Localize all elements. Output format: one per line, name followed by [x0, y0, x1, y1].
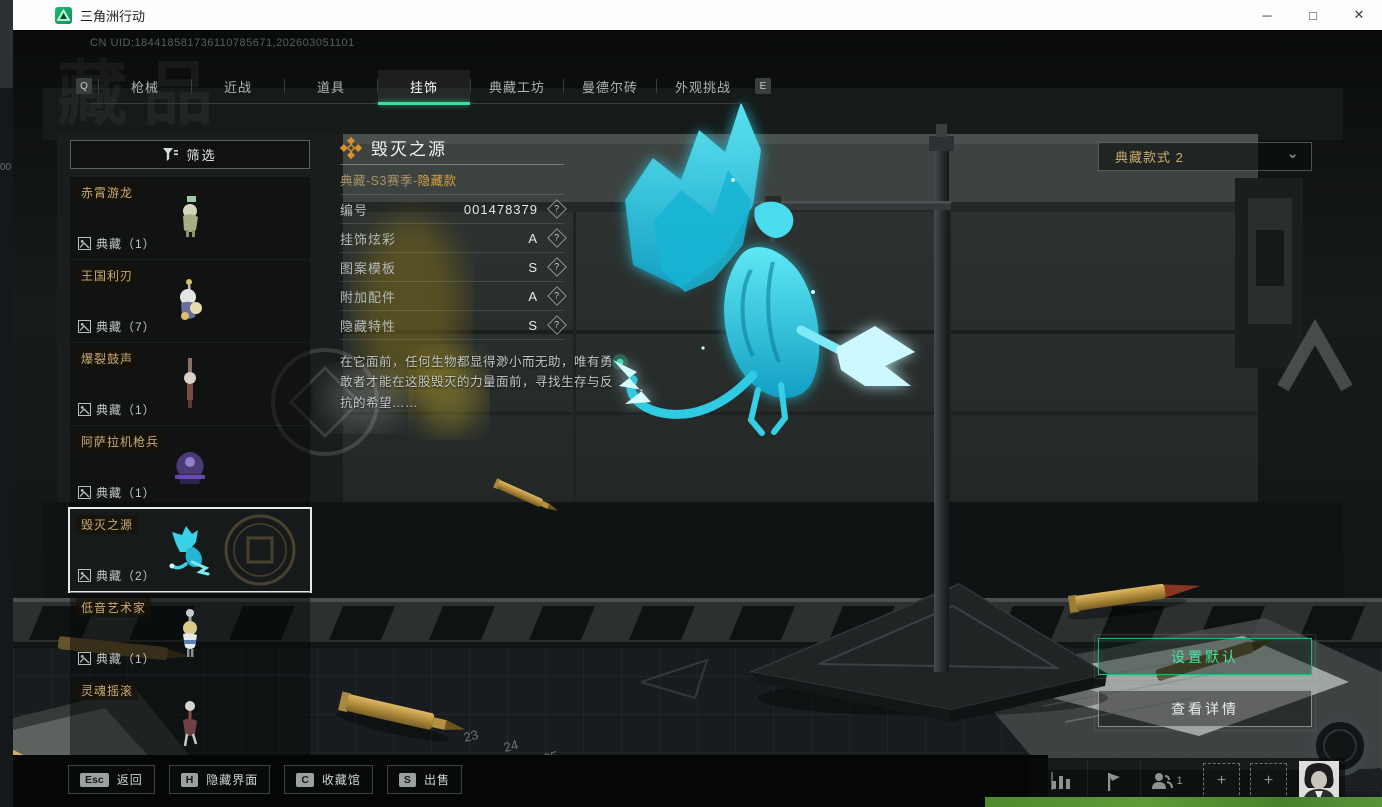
- sell-button[interactable]: S 出售: [386, 765, 462, 794]
- list-item-soul-rock[interactable]: 灵魂摇滚: [70, 675, 310, 757]
- help-icon[interactable]: ?: [547, 315, 567, 335]
- maximize-button[interactable]: □: [1290, 0, 1336, 30]
- filter-button[interactable]: 筛选: [70, 140, 310, 169]
- help-icon[interactable]: ?: [547, 199, 567, 219]
- charm-thumbnail: [183, 196, 198, 237]
- detail-row-charm-colorway: 挂饰炫彩 A ?: [340, 224, 567, 253]
- empty-slot-add-button[interactable]: +: [1250, 762, 1287, 800]
- collection-hall-button[interactable]: C 收藏馆: [284, 765, 373, 794]
- tab-next-key[interactable]: E: [755, 78, 771, 94]
- collection-count: 典藏（1）: [96, 403, 156, 417]
- tab-prev-key[interactable]: Q: [76, 78, 92, 94]
- charm-edition: 典藏-S3赛季- 隐藏款: [340, 165, 564, 195]
- s-key-chip: S: [398, 772, 416, 787]
- filter-icon: [163, 147, 179, 161]
- list-item-bass-artist[interactable]: 低音艺术家 典藏（1）: [70, 592, 310, 674]
- charm-thumbnail: [184, 358, 196, 408]
- charm-title: 毁灭之源: [371, 140, 447, 159]
- hide-ui-button[interactable]: H 隐藏界面: [168, 765, 271, 794]
- help-icon[interactable]: ?: [547, 257, 567, 277]
- app-logo-icon: [55, 6, 72, 24]
- view-details-button[interactable]: 查看详情: [1094, 686, 1316, 731]
- charm-sidebar: 筛选 赤霄游龙 典藏（1） 王国利刃 典藏（7） 爆裂鼓声 典藏（1） 阿萨拉机…: [68, 140, 312, 758]
- stats-button[interactable]: [1034, 761, 1087, 801]
- collection-count: 典藏（1）: [96, 486, 156, 500]
- avatar-portrait: [1299, 761, 1339, 801]
- category-tabbar: Q 枪械 近战 道具 挂饰 典藏工坊 曼德尔砖 外观挑战 E: [70, 68, 777, 105]
- filter-label: 筛选: [186, 148, 217, 163]
- tab-mandel-brick[interactable]: 曼德尔砖: [564, 70, 656, 102]
- tab-props[interactable]: 道具: [285, 70, 377, 102]
- desktop-edge-strip: 00: [0, 0, 13, 807]
- help-icon[interactable]: ?: [547, 228, 567, 248]
- collection-chip-icon: [78, 569, 91, 582]
- list-item-chixiao-dragon[interactable]: 赤霄游龙 典藏（1）: [70, 177, 310, 259]
- friends-count: 1: [1176, 775, 1183, 787]
- collection-count: 典藏（2）: [96, 569, 156, 583]
- collection-chip-icon: [78, 237, 91, 250]
- charm-thumbnail: [183, 609, 197, 657]
- charm-description: 在它面前，任何生物都显得渺小而无助，唯有勇敢者才能在这股毁灭的力量面前，寻找生存…: [340, 355, 614, 410]
- detail-row-serial: 编号 001478379 ?: [340, 195, 567, 224]
- list-item-source-of-destruction[interactable]: 毁灭之源 典藏（2）: [68, 507, 312, 593]
- charm-list: 赤霄游龙 典藏（1） 王国利刃 典藏（7） 爆裂鼓声 典藏（1） 阿萨拉机枪兵 …: [68, 177, 312, 757]
- collection-chip-icon: [78, 320, 91, 333]
- style-dropdown-value: 典藏款式 2: [1115, 150, 1184, 165]
- bar-chart-icon: [1050, 772, 1070, 790]
- shortcut-hints: Esc 返回 H 隐藏界面 C 收藏馆 S 出售: [68, 765, 462, 794]
- collection-count: 典藏（1）: [96, 237, 156, 251]
- collection-emblem-watermark: [224, 514, 296, 586]
- charm-thumbnail: [180, 279, 202, 320]
- flag-icon: [1108, 772, 1120, 791]
- collection-chip-icon: [78, 403, 91, 416]
- collection-chip-icon: [78, 652, 91, 665]
- list-item-kingdom-blade[interactable]: 王国利刃 典藏（7）: [70, 260, 310, 342]
- friends-button[interactable]: 1: [1140, 761, 1193, 801]
- window-title: 三角洲行动: [80, 8, 146, 24]
- detail-row-extra-accessory: 附加配件 A ?: [340, 282, 567, 311]
- style-dropdown[interactable]: 典藏款式 2 ⌄: [1098, 142, 1312, 171]
- charm-thumbnail: [175, 452, 205, 484]
- desktop-edge-photo: [0, 0, 13, 88]
- minimize-button[interactable]: ─: [1244, 0, 1290, 30]
- report-button[interactable]: [1087, 761, 1140, 801]
- desktop-wallpaper-strip: [985, 797, 1382, 807]
- close-button[interactable]: ✕: [1336, 0, 1382, 30]
- h-key-chip: H: [180, 772, 199, 787]
- charm-thumbnail: [169, 526, 210, 576]
- tab-weapons[interactable]: 枪械: [99, 70, 191, 102]
- esc-key-chip: Esc: [80, 772, 109, 787]
- tab-appearance-challenge[interactable]: 外观挑战: [657, 70, 749, 102]
- charm-rarity-icon: [340, 136, 362, 159]
- detail-row-hidden-trait: 隐藏特性 S ?: [340, 311, 567, 340]
- game-viewport: 23 24 25: [13, 30, 1382, 807]
- app-window: 00 三角洲行动 ─ □ ✕ 23 24 藏品 CN UID:184418581…: [0, 0, 1382, 807]
- title-bar: 三角洲行动 ─ □ ✕: [13, 0, 1382, 30]
- tab-charms[interactable]: 挂饰: [378, 70, 470, 105]
- empty-slot-add-button[interactable]: +: [1203, 762, 1240, 800]
- uid-text: CN UID:184418581736110785671,20260305110…: [90, 37, 355, 49]
- charm-detail-panel: 毁灭之源 典藏-S3赛季- 隐藏款 编号 001478379 ? 挂饰炫彩 A ?…: [340, 135, 613, 413]
- list-item-burst-drumbeat[interactable]: 爆裂鼓声 典藏（1）: [70, 343, 310, 425]
- set-default-button[interactable]: 设置默认: [1094, 634, 1316, 679]
- collection-chip-icon: [78, 486, 91, 499]
- friends-icon: [1152, 773, 1174, 789]
- tab-melee[interactable]: 近战: [192, 70, 284, 102]
- tab-collection-workshop[interactable]: 典藏工坊: [471, 70, 563, 102]
- charm-thumbnail: [183, 700, 198, 747]
- back-button[interactable]: Esc 返回: [68, 765, 155, 794]
- player-avatar[interactable]: [1299, 761, 1339, 801]
- detail-row-pattern-template: 图案模板 S ?: [340, 253, 567, 282]
- list-item-asara-gunner[interactable]: 阿萨拉机枪兵 典藏（1）: [70, 426, 310, 508]
- collection-count: 典藏（7）: [96, 320, 156, 334]
- desktop-edge-text: 00: [0, 162, 12, 173]
- window-controls: ─ □ ✕: [1244, 0, 1382, 30]
- collection-count: 典藏（1）: [96, 652, 156, 666]
- help-icon[interactable]: ?: [547, 286, 567, 306]
- c-key-chip: C: [296, 772, 314, 787]
